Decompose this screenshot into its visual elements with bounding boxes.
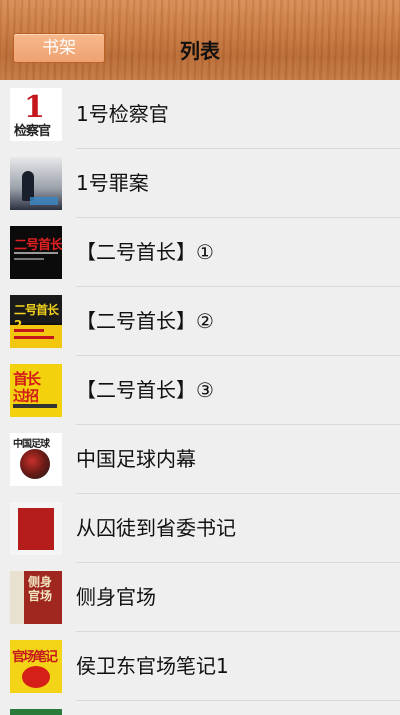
book-cover: 中国足球 (10, 433, 62, 486)
nav-bar: 书架 列表 (0, 0, 400, 80)
book-title: 【二号首长】② (76, 309, 214, 333)
list-item[interactable]: 1号罪案 (0, 149, 400, 218)
book-cover: 侧身官场 (10, 571, 62, 624)
cover-text: 侧身官场 (28, 575, 53, 603)
book-title: 侧身官场 (76, 585, 156, 609)
list-item[interactable] (0, 701, 400, 715)
cover-text: 检察官 (14, 124, 51, 139)
cover-text: 过招 (13, 389, 39, 405)
list-item[interactable]: 二号首长 【二号首长】① (0, 218, 400, 287)
book-cover (10, 157, 62, 210)
book-title: 【二号首长】③ (76, 378, 214, 402)
book-title: 侯卫东官场笔记1 (76, 654, 229, 678)
list-item[interactable]: 首长 过招 【二号首长】③ (0, 356, 400, 425)
book-cover (10, 502, 62, 555)
book-title: 中国足球内幕 (76, 447, 196, 471)
book-title: 1号检察官 (76, 102, 169, 126)
list-item[interactable]: 中国足球 中国足球内幕 (0, 425, 400, 494)
book-cover: 二号首长2 (10, 295, 62, 348)
cover-text: 二号首长 (14, 238, 62, 253)
cover-text: 官场笔记 (12, 650, 58, 665)
book-cover: 首长 过招 (10, 364, 62, 417)
book-cover: 官场笔记 (10, 640, 62, 693)
book-title: 1号罪案 (76, 171, 149, 195)
list-item[interactable]: 侧身官场 侧身官场 (0, 563, 400, 632)
book-cover: 1 检察官 (10, 88, 62, 141)
list-item[interactable]: 1 检察官 1号检察官 (0, 80, 400, 149)
cover-text: 中国足球 (13, 439, 50, 450)
book-cover: 二号首长 (10, 226, 62, 279)
book-title: 从囚徒到省委书记 (76, 516, 236, 540)
page-title: 列表 (180, 39, 220, 63)
book-title: 【二号首长】① (76, 240, 214, 264)
book-list: 1 检察官 1号检察官 1号罪案 二号首长 【二号首长】① 二号首长2 【二号首… (0, 80, 400, 715)
list-item[interactable]: 二号首长2 【二号首长】② (0, 287, 400, 356)
list-item[interactable]: 官场笔记 侯卫东官场笔记1 (0, 632, 400, 701)
list-item[interactable]: 从囚徒到省委书记 (0, 494, 400, 563)
